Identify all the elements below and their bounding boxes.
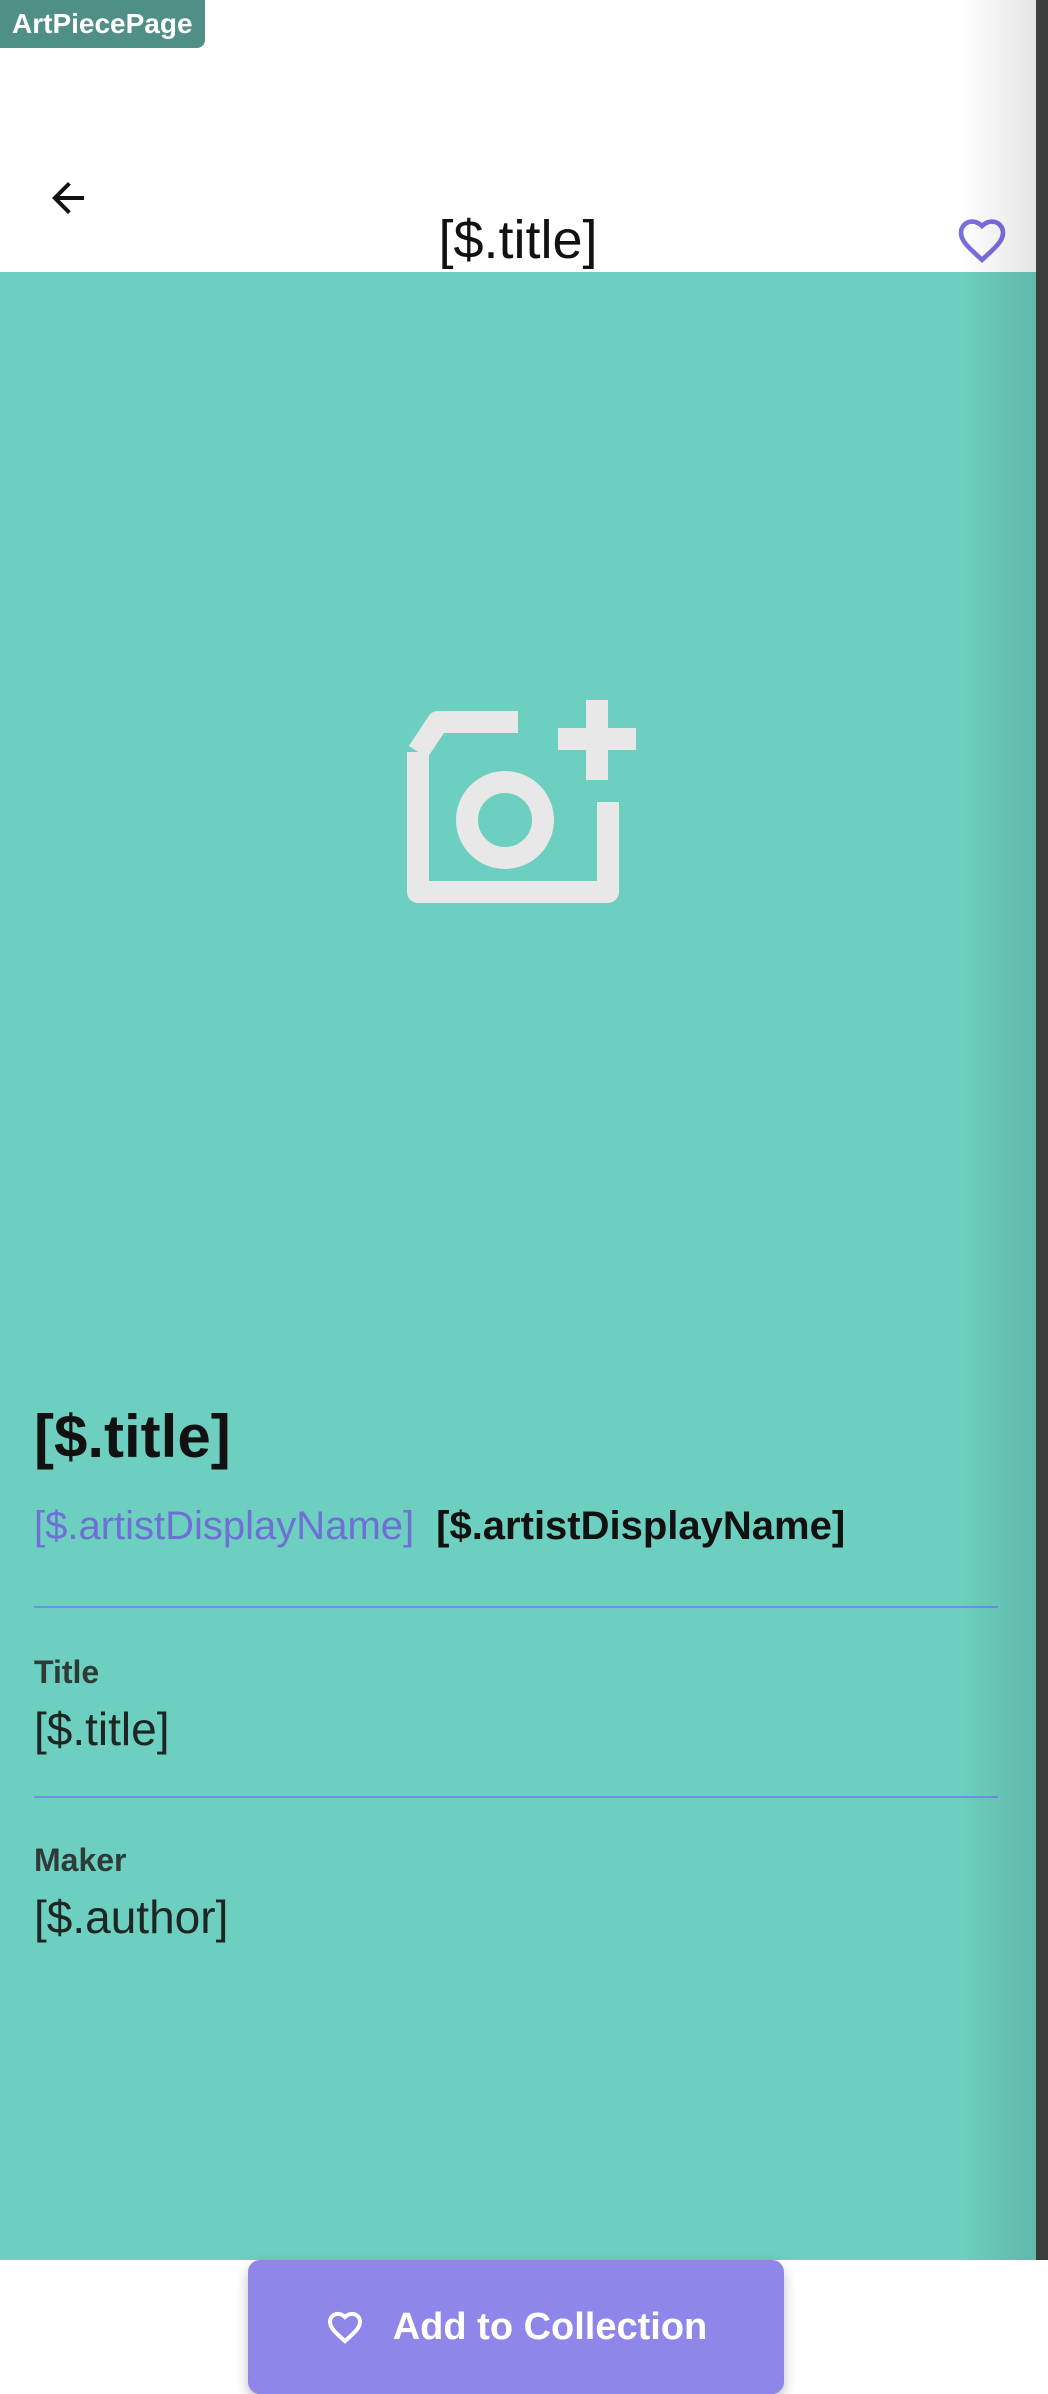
app-bar: [$.title] [0, 48, 1036, 272]
art-title: [$.title] [34, 1403, 231, 1470]
artist-link[interactable]: [$.artistDisplayName] [34, 1504, 414, 1549]
field-value-title: [$.title] [34, 1703, 170, 1755]
artist-row: [$.artistDisplayName] [$.artistDisplayNa… [34, 1504, 845, 1549]
divider [34, 1796, 998, 1798]
app-bar-title: [$.title] [438, 210, 598, 270]
add-to-collection-label: Add to Collection [392, 2305, 708, 2348]
artist-name: [$.artistDisplayName] [436, 1504, 846, 1548]
add-to-collection-button[interactable]: Add to Collection [248, 2260, 784, 2394]
field-value-maker: [$.author] [34, 1891, 229, 1943]
heart-outline-icon [958, 219, 1006, 264]
art-piece-content: [$.title] [$.artistDisplayName] [$.artis… [0, 272, 1036, 2394]
field-label-maker: Maker [34, 1842, 127, 1878]
art-image-placeholder[interactable] [0, 272, 1036, 1332]
window-edge [1036, 0, 1048, 2260]
divider [34, 1606, 998, 1608]
heart-outline-icon [327, 2311, 362, 2344]
field-label-title: Title [34, 1654, 100, 1690]
arrow-left-icon [52, 182, 84, 214]
back-button[interactable] [36, 166, 100, 230]
add-a-photo-icon [407, 700, 636, 903]
page-name-tag: ArtPiecePage [0, 0, 205, 48]
favorite-button[interactable] [950, 208, 1014, 272]
